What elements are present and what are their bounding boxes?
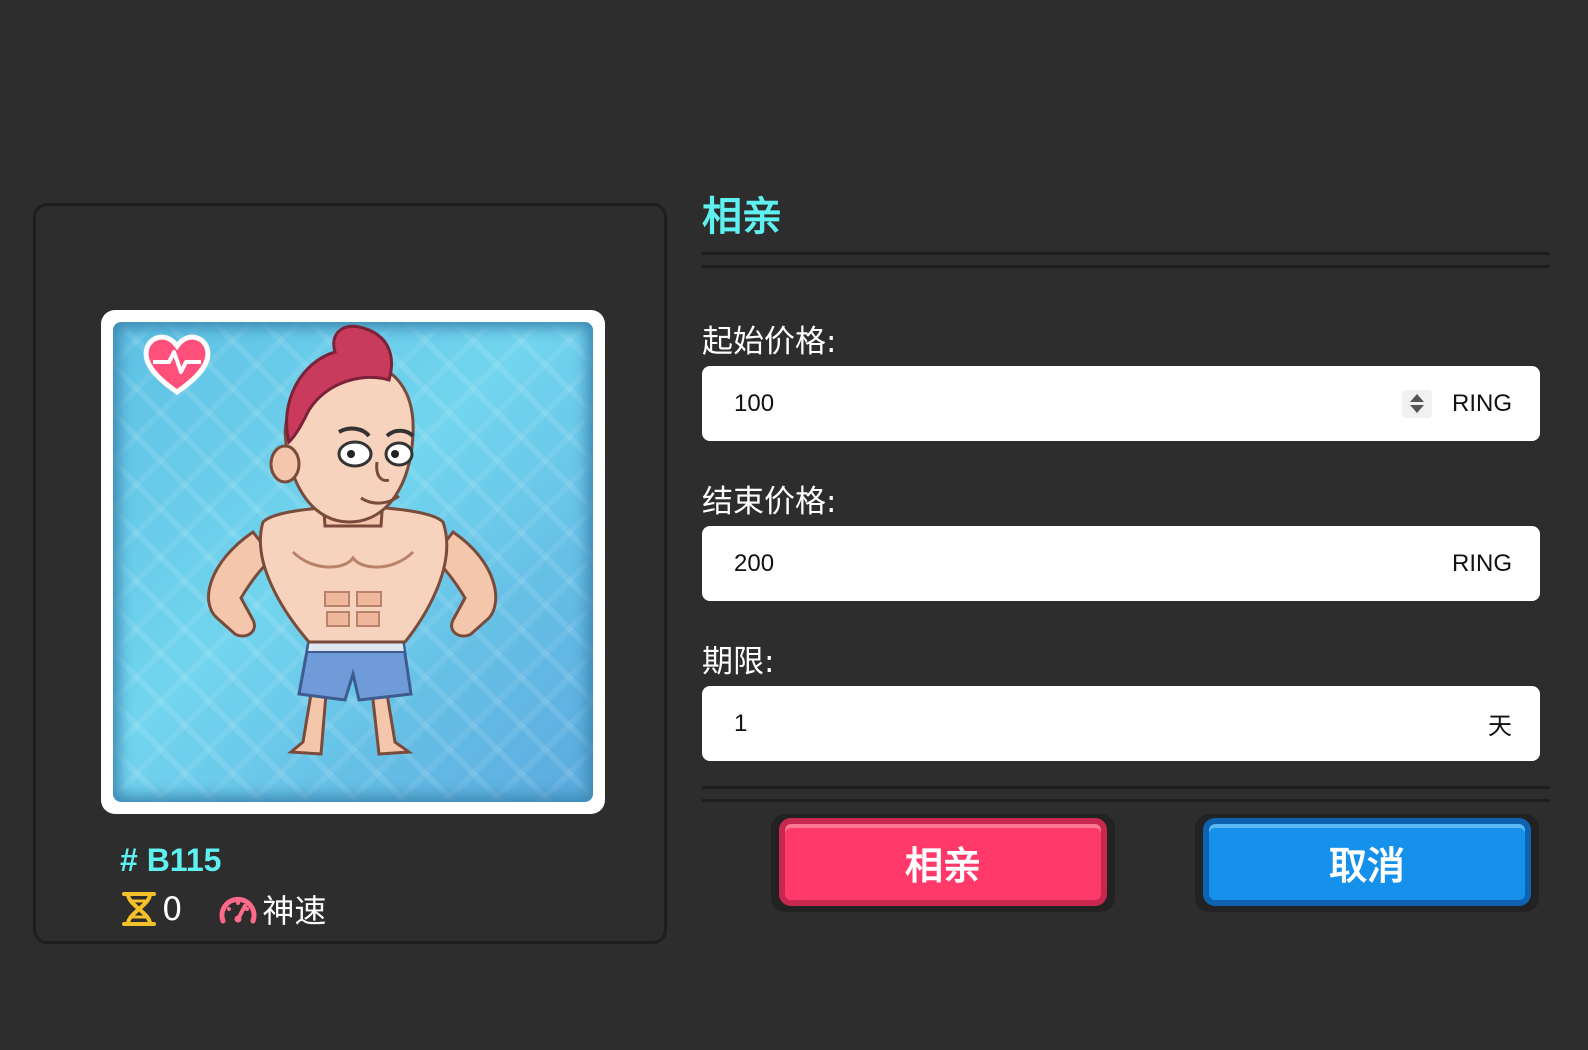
- title-divider: [702, 252, 1550, 268]
- stepper-down-icon[interactable]: [1410, 405, 1424, 413]
- speed-stat: 神速: [218, 886, 326, 932]
- confirm-button-wrap: 相亲: [771, 814, 1115, 912]
- speed-value: 神速: [262, 892, 327, 930]
- dna-icon: [122, 892, 156, 926]
- duration-input[interactable]: [732, 708, 1488, 739]
- cancel-button-wrap: 取消: [1195, 814, 1539, 912]
- card-stats: 0 神速: [120, 886, 362, 932]
- end-price-input[interactable]: [732, 548, 1452, 579]
- stepper-up-icon[interactable]: [1410, 394, 1424, 402]
- start-price-label: 起始价格:: [702, 324, 837, 360]
- start-price-field: RING: [702, 366, 1540, 441]
- creature-portrait: [113, 322, 593, 802]
- end-price-label: 结束价格:: [702, 484, 837, 520]
- confirm-button[interactable]: 相亲: [779, 818, 1107, 906]
- duration-label: 期限:: [702, 644, 775, 680]
- nft-id-label: # B115: [120, 842, 222, 878]
- start-price-unit: RING: [1452, 389, 1512, 417]
- creature-card: # B115 0 神速: [33, 203, 667, 944]
- duration-field: 天: [702, 686, 1540, 761]
- creature-portrait-frame: [101, 310, 605, 814]
- price-stepper[interactable]: [1402, 389, 1432, 418]
- start-price-input[interactable]: [732, 388, 1402, 419]
- end-price-field: RING: [702, 526, 1540, 601]
- generation-value: 0: [162, 890, 183, 928]
- duration-unit: 天: [1488, 713, 1512, 740]
- cancel-button[interactable]: 取消: [1203, 818, 1531, 906]
- heart-pulse-icon: [143, 334, 211, 396]
- buttons-divider: [702, 786, 1550, 802]
- end-price-unit: RING: [1452, 549, 1512, 577]
- generation-stat: 0: [120, 890, 182, 928]
- form-title: 相亲: [702, 194, 782, 240]
- speedometer-icon: [219, 897, 257, 924]
